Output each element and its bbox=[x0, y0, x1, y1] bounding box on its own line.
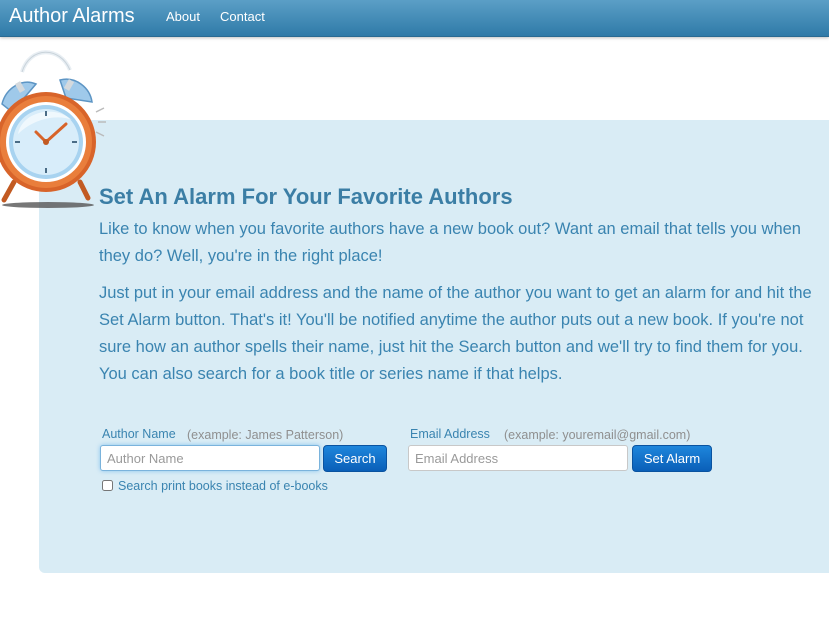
instructions-paragraph: Just put in your email address and the n… bbox=[99, 284, 812, 383]
author-name-input[interactable] bbox=[100, 445, 320, 471]
alarm-clock-icon bbox=[0, 50, 106, 208]
print-books-checkbox-label[interactable]: Search print books instead of e-books bbox=[118, 478, 328, 494]
top-navbar: Author Alarms About Contact bbox=[0, 0, 829, 37]
author-name-hint: (example: James Patterson) bbox=[187, 428, 344, 442]
nav-link-about[interactable]: About bbox=[166, 9, 200, 25]
email-address-input[interactable] bbox=[408, 445, 628, 471]
email-address-hint: (example: youremail@gmail.com) bbox=[504, 428, 691, 442]
intro-paragraph: Like to know when you favorite authors h… bbox=[99, 220, 801, 265]
email-address-label: Email Address bbox=[410, 427, 490, 441]
nav-link-contact[interactable]: Contact bbox=[220, 9, 265, 25]
author-name-label: Author Name bbox=[102, 427, 176, 441]
search-button[interactable]: Search bbox=[323, 445, 387, 472]
brand-logo-link[interactable]: Author Alarms bbox=[9, 4, 135, 28]
page-title: Set An Alarm For Your Favorite Authors bbox=[99, 184, 513, 209]
set-alarm-button[interactable]: Set Alarm bbox=[632, 445, 712, 472]
print-books-checkbox[interactable] bbox=[102, 480, 113, 491]
